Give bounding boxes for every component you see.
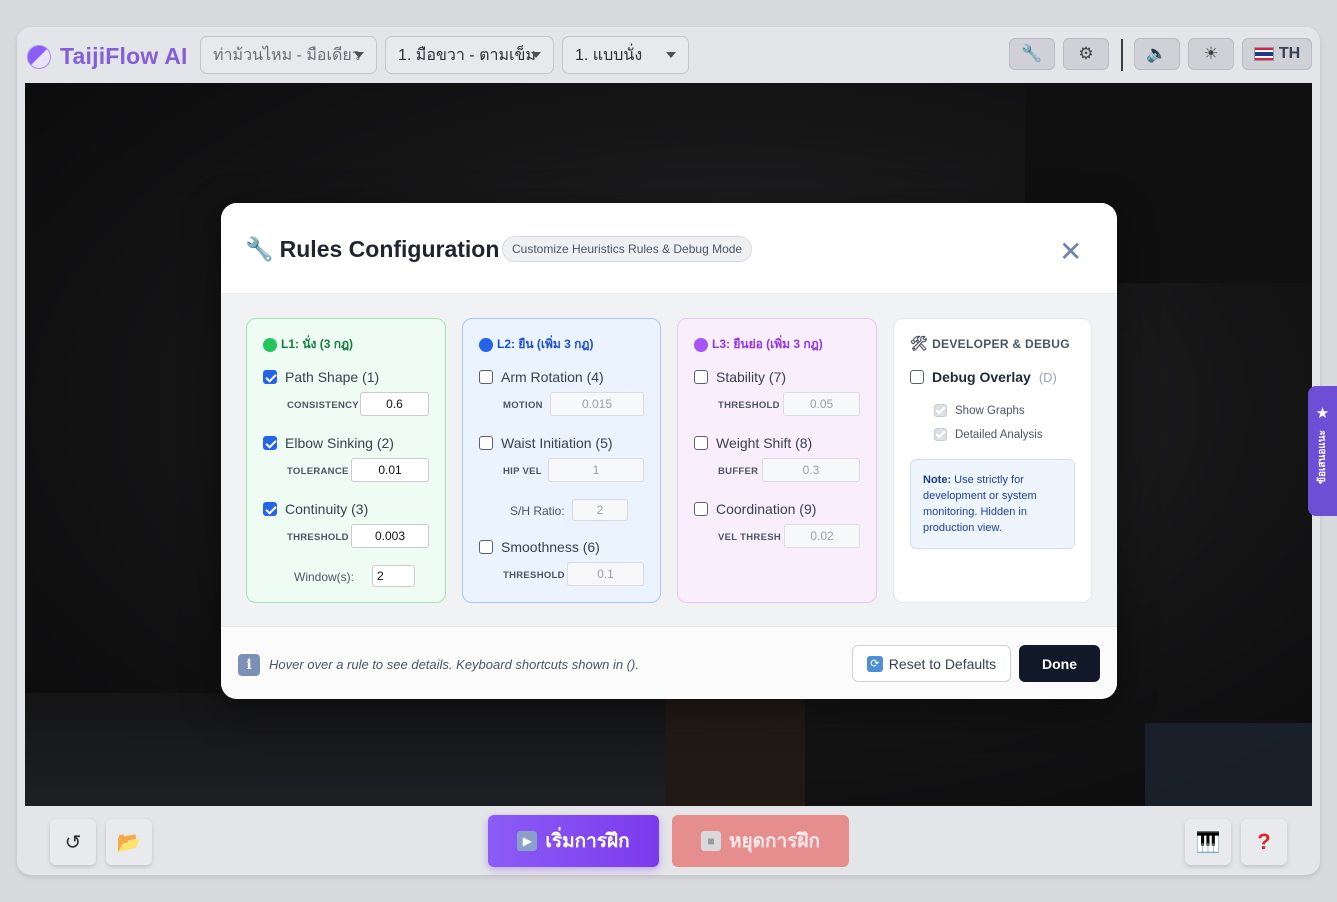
rule-checkbox[interactable] [479,436,493,450]
footer-hint: Hover over a rule to see details. Keyboa… [269,657,639,672]
param-input[interactable]: 0.01 [351,458,429,482]
level3-title: L3: ยืนย่อ (เพิ่ม 3 กฎ) [694,335,823,354]
debug-overlay-toggle[interactable]: Debug Overlay (D) [910,369,1057,385]
developer-card: 🛠 DEVELOPER & DEBUG Debug Overlay (D) Sh… [893,318,1092,603]
blue-circle-icon [479,337,493,352]
developer-title: 🛠 DEVELOPER & DEBUG [910,335,1070,352]
rule-weight-shift[interactable]: Weight Shift (8) [694,435,812,451]
reset-defaults-label: Reset to Defaults [888,655,997,672]
param-input[interactable]: 0.1 [567,562,644,586]
tools-icon: 🛠 [910,335,929,351]
rule-checkbox[interactable] [694,436,708,450]
modal-body: L1: นั่ง (3 กฎ) Path Shape (1) CONSISTEN… [221,294,1117,626]
rule-checkbox[interactable] [263,370,277,384]
param-label: VEL THRESH [718,532,782,543]
level1-title: L1: นั่ง (3 กฎ) [263,335,353,354]
param-input[interactable]: 1 [548,458,644,482]
param-label: MOTION [503,400,543,411]
rule-checkbox[interactable] [263,502,277,516]
rule-checkbox[interactable] [479,370,493,384]
green-circle-icon [263,337,277,352]
show-graphs-option[interactable]: Show Graphs [934,404,1025,417]
rule-checkbox[interactable] [263,436,277,450]
debug-overlay-label: Debug Overlay [932,369,1031,385]
rule-label: Stability (7) [716,369,787,385]
param-label: CONSISTENCY [287,400,359,411]
param-label: THRESHOLD [503,570,565,581]
param-label: BUFFER [718,466,759,477]
info-icon: i [238,654,260,676]
show-graphs-checkbox[interactable] [934,404,947,417]
param-input[interactable]: 0.05 [783,392,860,416]
wrench-icon: 🔧 [245,236,274,262]
param-label: HIP VEL [503,466,542,477]
rule-label: Elbow Sinking (2) [285,435,394,451]
rule-path-shape[interactable]: Path Shape (1) [263,369,379,385]
rule-waist-initiation[interactable]: Waist Initiation (5) [479,435,613,451]
level3-card: L3: ยืนย่อ (เพิ่ม 3 กฎ) Stability (7) TH… [677,318,877,603]
modal-title: 🔧 Rules Configuration [245,236,499,263]
level1-title-text: L1: นั่ง (3 กฎ) [281,337,354,351]
rule-coordination[interactable]: Coordination (9) [694,501,816,517]
window-label: Window(s): [294,570,355,584]
rule-stability[interactable]: Stability (7) [694,369,786,385]
rule-label: Smoothness (6) [501,539,600,555]
level2-title-text: L2: ยืน (เพิ่ม 3 กฎ) [497,337,594,351]
show-graphs-label: Show Graphs [955,404,1025,417]
param-input[interactable]: 0.003 [351,524,429,548]
level2-card: L2: ยืน (เพิ่ม 3 กฎ) Arm Rotation (4) MO… [462,318,661,603]
window-input[interactable]: 2 [372,565,415,587]
rule-label: Arm Rotation (4) [501,369,604,385]
modal-subtitle-badge: Customize Heuristics Rules & Debug Mode [502,236,753,262]
rule-continuity[interactable]: Continuity (3) [263,501,368,517]
developer-title-text: DEVELOPER & DEBUG [932,336,1070,351]
rule-arm-rotation[interactable]: Arm Rotation (4) [479,369,604,385]
rule-label: Continuity (3) [285,501,369,517]
param-input[interactable]: 0.015 [550,392,644,416]
rule-label: Waist Initiation (5) [501,435,613,451]
note-heading: Note: [923,474,952,486]
rules-config-modal: 🔧 Rules Configuration Customize Heuristi… [221,203,1117,699]
rule-elbow-sinking[interactable]: Elbow Sinking (2) [263,435,394,451]
detailed-analysis-checkbox[interactable] [934,428,947,441]
developer-note: Note: Use strictly for development or sy… [910,459,1075,549]
rule-label: Weight Shift (8) [716,435,813,451]
sh-ratio-input[interactable]: 2 [572,499,628,521]
rule-smoothness[interactable]: Smoothness (6) [479,539,600,555]
done-button[interactable]: Done [1019,645,1100,682]
detailed-analysis-option[interactable]: Detailed Analysis [934,428,1043,441]
close-icon[interactable]: ✕ [1059,238,1082,266]
rule-checkbox[interactable] [479,540,493,554]
param-input[interactable]: 0.02 [784,524,860,548]
rule-checkbox[interactable] [694,502,708,516]
level1-card: L1: นั่ง (3 กฎ) Path Shape (1) CONSISTEN… [246,318,446,603]
param-label: THRESHOLD [287,532,349,543]
param-label: TOLERANCE [287,466,349,477]
level2-title: L2: ยืน (เพิ่ม 3 กฎ) [479,335,593,354]
refresh-icon: ⟳ [866,655,883,672]
debug-shortcut: (D) [1038,369,1057,385]
modal-backdrop[interactable]: 🔧 Rules Configuration Customize Heuristi… [0,0,1337,902]
sh-ratio-label: S/H Ratio: [510,504,565,518]
reset-defaults-button[interactable]: ⟳ Reset to Defaults [852,645,1011,682]
debug-overlay-checkbox[interactable] [910,370,924,384]
modal-title-text: Rules Configuration [279,236,500,262]
param-label: THRESHOLD [718,400,780,411]
level3-title-text: L3: ยืนย่อ (เพิ่ม 3 กฎ) [712,337,823,351]
rule-label: Path Shape (1) [285,369,380,385]
purple-circle-icon [694,337,708,352]
detailed-analysis-label: Detailed Analysis [955,428,1043,441]
modal-footer: i Hover over a rule to see details. Keyb… [221,626,1117,699]
rule-label: Coordination (9) [716,501,817,517]
modal-header: 🔧 Rules Configuration Customize Heuristi… [221,203,1117,294]
param-input[interactable]: 0.3 [762,458,860,482]
rule-checkbox[interactable] [694,370,708,384]
param-input[interactable]: 0.6 [360,392,429,416]
